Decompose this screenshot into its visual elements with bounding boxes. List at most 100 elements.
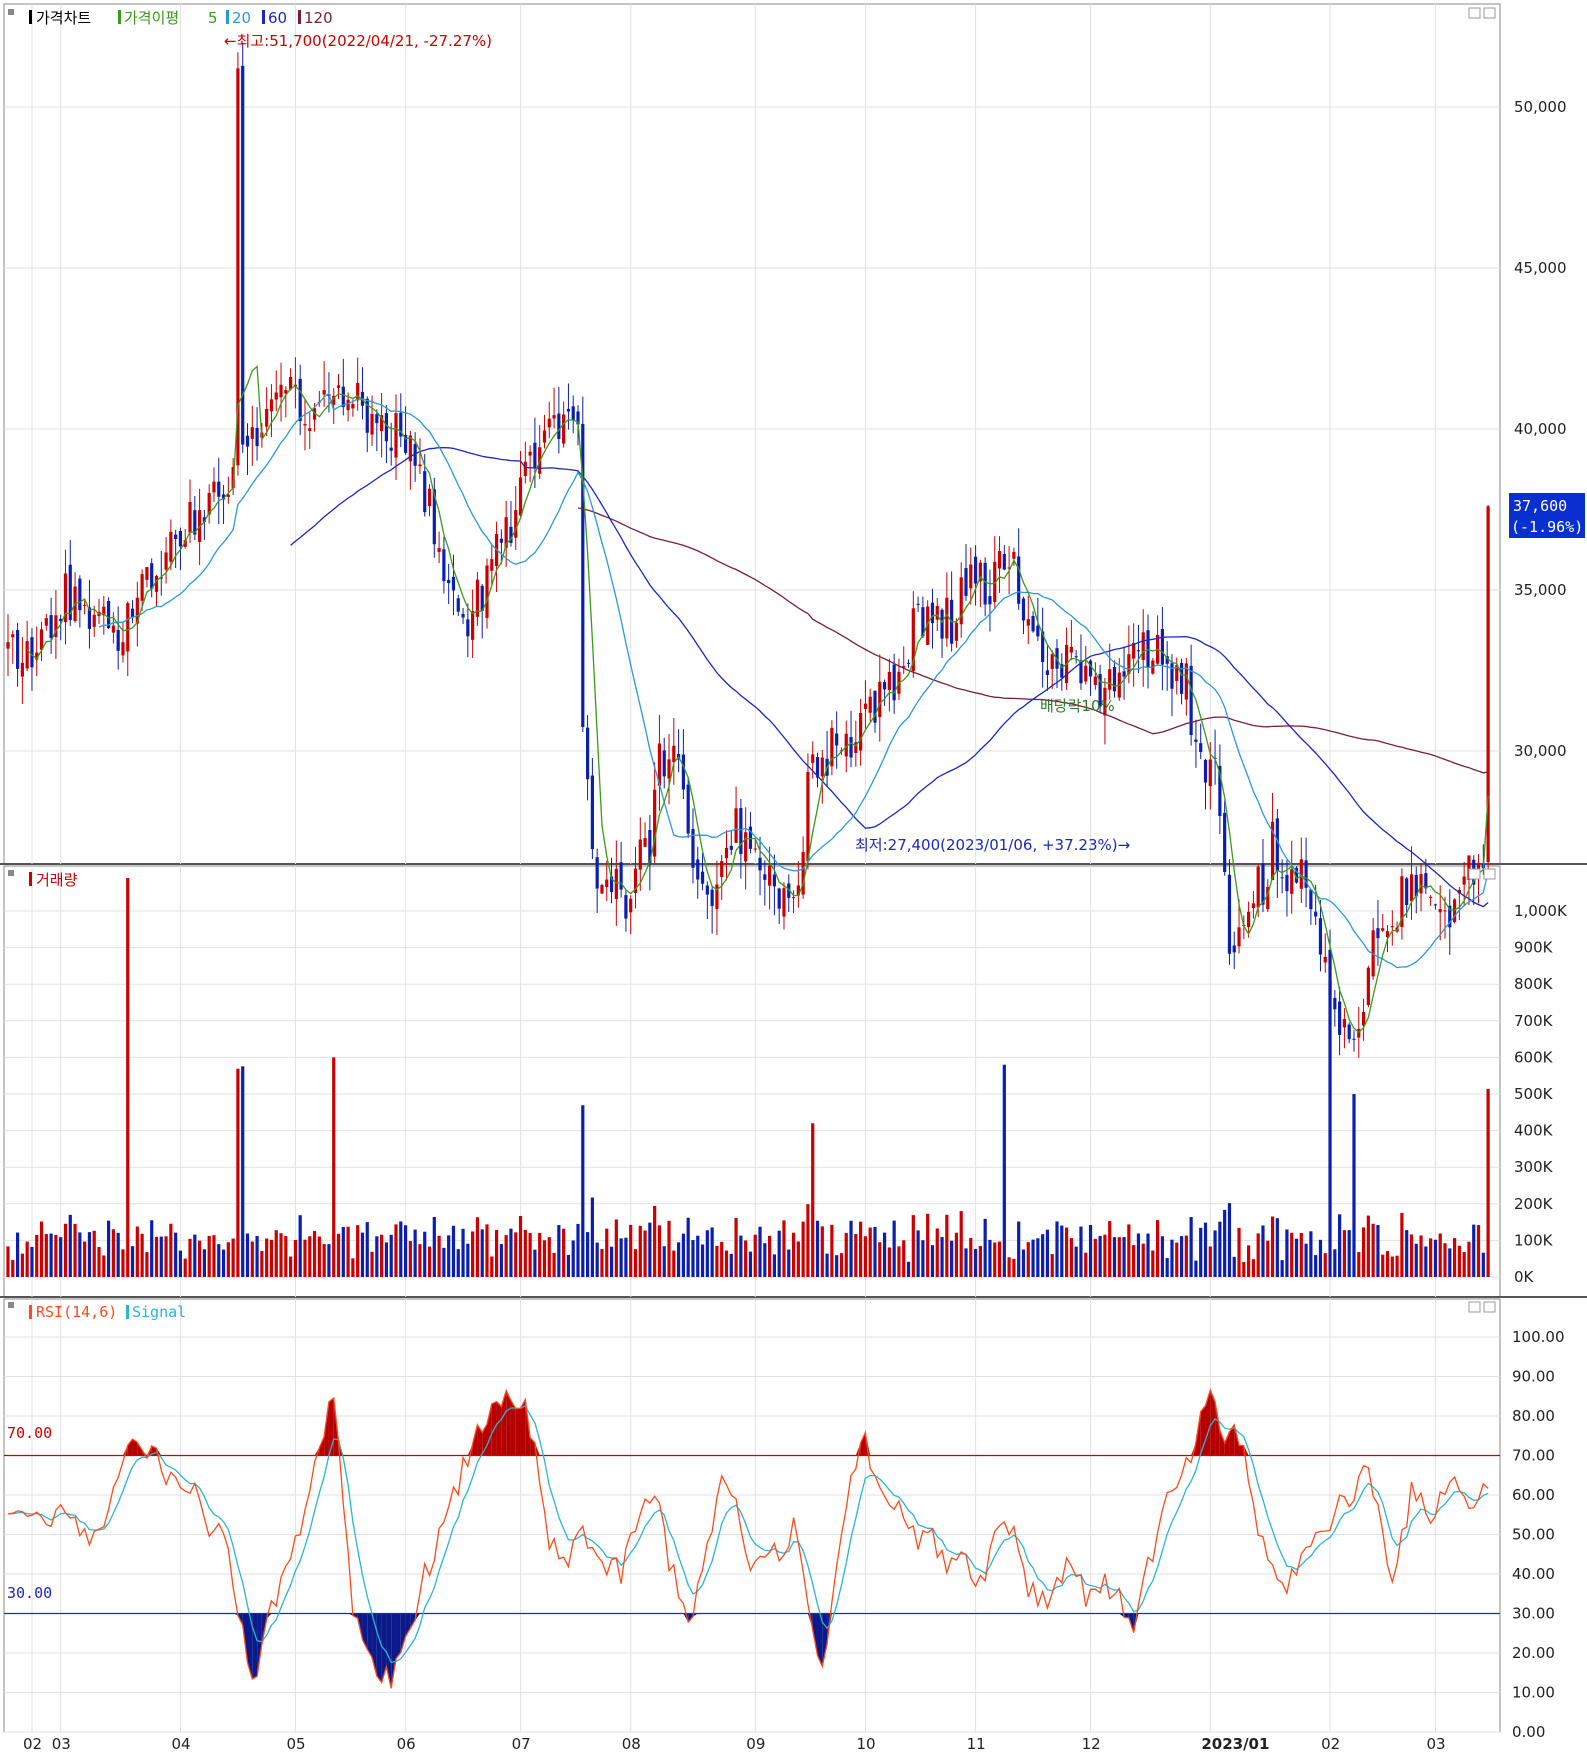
volume-bar <box>763 1243 767 1277</box>
candle-body <box>552 415 556 419</box>
volume-panel[interactable] <box>3 865 1501 1298</box>
candle-body <box>557 413 561 439</box>
candle-body <box>1160 629 1164 665</box>
candle-body <box>150 563 154 589</box>
volume-bar <box>777 1230 781 1277</box>
rsi-oversold-label: 30.00 <box>7 1584 52 1602</box>
volume-bar <box>1108 1221 1112 1277</box>
volume-bar <box>183 1258 187 1277</box>
volume-bar <box>959 1211 963 1277</box>
volume-bar <box>341 1227 345 1277</box>
volume-bar <box>1462 1251 1466 1277</box>
candle-body <box>1141 632 1145 660</box>
price-panel[interactable] <box>3 3 1501 865</box>
volume-bar <box>724 1250 729 1277</box>
volume-bar <box>811 1123 815 1277</box>
volume-bar <box>1156 1220 1160 1277</box>
minimize-icon[interactable] <box>1468 1301 1481 1313</box>
volume-bar <box>221 1249 226 1277</box>
candle-body <box>1333 997 1337 1010</box>
candle-body <box>25 641 29 669</box>
volume-bar <box>662 1246 666 1277</box>
candle-body <box>140 574 144 601</box>
volume-bar <box>346 1226 350 1277</box>
candle-body <box>1045 670 1050 675</box>
volume-bar <box>1424 1246 1428 1277</box>
volume-y-tick: 200K <box>1514 1195 1554 1213</box>
volume-bar <box>1318 1239 1323 1277</box>
minimize-icon[interactable] <box>1468 868 1481 880</box>
volume-y-tick: 0K <box>1514 1268 1535 1286</box>
rsi-oversold-area <box>395 1613 401 1659</box>
candle-body <box>423 471 427 513</box>
close-icon[interactable] <box>1483 1301 1496 1313</box>
minimize-icon[interactable] <box>1468 7 1481 19</box>
candle-body <box>1361 1011 1366 1026</box>
volume-bar <box>68 1214 72 1277</box>
candle-body <box>418 464 422 467</box>
candle-body <box>188 502 192 533</box>
volume-bar <box>1050 1254 1054 1277</box>
candle-body <box>375 414 379 424</box>
candle-body <box>1247 911 1251 928</box>
close-icon[interactable] <box>1483 868 1496 880</box>
candle-body <box>906 662 911 664</box>
volume-bar <box>260 1250 264 1277</box>
volume-bar <box>1031 1239 1035 1277</box>
volume-bar <box>279 1233 283 1277</box>
x-axis-label: 02 <box>1321 1735 1340 1753</box>
volume-bar <box>1045 1229 1050 1277</box>
volume-bar <box>73 1223 77 1277</box>
volume-bar <box>1294 1238 1299 1277</box>
volume-y-tick: 900K <box>1514 939 1554 957</box>
volume-bar <box>202 1249 206 1277</box>
candle-body <box>303 424 307 426</box>
price-y-tick: 50,000 <box>1514 98 1567 116</box>
candle-body <box>1017 556 1021 604</box>
candle-body <box>724 847 729 859</box>
volume-bar <box>906 1261 911 1277</box>
volume-bar <box>1400 1212 1404 1277</box>
volume-bar <box>106 1220 111 1277</box>
candle-body <box>930 602 935 624</box>
candle-body <box>1438 909 1442 913</box>
volume-bar <box>696 1235 700 1277</box>
x-axis-label: 06 <box>397 1735 416 1753</box>
candle-body <box>356 382 360 401</box>
volume-bar <box>360 1232 365 1277</box>
candle-body <box>499 538 503 543</box>
close-icon[interactable] <box>1483 7 1496 19</box>
current-price-box: 37,600 (-1.96%) <box>1509 493 1585 538</box>
candle-body <box>705 885 709 895</box>
volume-bar <box>20 1253 24 1277</box>
rsi-overbought-area <box>496 1401 502 1456</box>
volume-bar <box>542 1240 547 1277</box>
volume-bar <box>332 1057 336 1277</box>
volume-bar <box>753 1234 757 1277</box>
volume-bar <box>1213 1230 1217 1277</box>
rsi-panel[interactable] <box>3 1298 1501 1733</box>
candle-body <box>1366 967 1370 1006</box>
volume-bar <box>585 1232 590 1277</box>
volume-bar <box>255 1236 259 1277</box>
rsi-y-tick: 30.00 <box>1512 1605 1555 1623</box>
current-price-value: 37,600 <box>1513 497 1567 515</box>
volume-bar <box>509 1228 513 1277</box>
candle-body <box>969 564 973 589</box>
volume-bar <box>490 1256 494 1277</box>
volume-bar <box>1165 1258 1169 1277</box>
volume-bar <box>78 1232 82 1277</box>
volume-bar <box>126 878 130 1277</box>
volume-bar <box>471 1231 475 1277</box>
candle-body <box>662 750 666 777</box>
volume-bar <box>1060 1225 1064 1277</box>
volume-bar <box>35 1235 39 1277</box>
volume-bar <box>408 1241 412 1277</box>
candle-body <box>1342 1019 1347 1028</box>
volume-bar <box>514 1232 518 1277</box>
volume-bar <box>1237 1227 1241 1277</box>
candle-body <box>1084 665 1088 682</box>
candle-body <box>121 642 125 656</box>
candle-body <box>437 548 441 553</box>
volume-bar <box>667 1220 671 1277</box>
